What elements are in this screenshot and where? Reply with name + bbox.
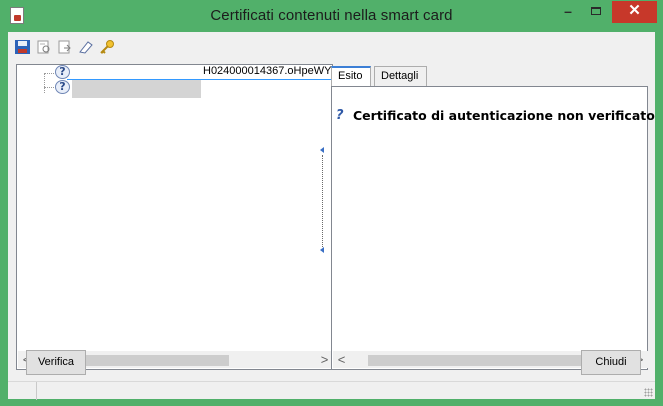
close-window-button[interactable]: ✕ xyxy=(612,1,657,23)
question-icon: ? xyxy=(55,80,70,94)
tab-dettagli[interactable]: Dettagli xyxy=(374,66,427,86)
title-bar[interactable]: Certificati contenuti nella smart card –… xyxy=(0,0,663,32)
verification-result-text: Certificato di autenticazione non verifi… xyxy=(353,108,655,123)
close-button[interactable]: Chiudi xyxy=(581,350,641,375)
redacted-area xyxy=(72,65,203,79)
question-icon: ? xyxy=(55,65,70,79)
scroll-left-arrow[interactable]: < xyxy=(333,352,350,369)
dialog-client-area: ? H024000014367.oHpeWY ? < > Esito Detta… xyxy=(8,32,655,400)
toolbar xyxy=(8,32,655,62)
maximize-icon xyxy=(591,7,601,15)
question-icon: ? xyxy=(336,108,344,123)
window: Certificati contenuti nella smart card –… xyxy=(0,0,663,406)
save-icon[interactable] xyxy=(14,39,32,55)
collapse-arrow[interactable] xyxy=(320,147,324,153)
tree-item[interactable]: ? xyxy=(17,80,333,98)
minimize-button[interactable]: – xyxy=(555,1,581,23)
certificate-export-icon[interactable] xyxy=(56,39,74,55)
verify-button[interactable]: Verifica xyxy=(26,350,86,375)
redacted-area xyxy=(72,80,201,98)
status-divider xyxy=(36,382,37,400)
certificate-tree[interactable]: ? H024000014367.oHpeWY ? < > xyxy=(16,64,333,370)
status-bar xyxy=(8,381,655,400)
resize-grip-icon[interactable] xyxy=(644,388,653,397)
collapse-arrow[interactable] xyxy=(320,247,324,253)
tree-item-label: H024000014367.oHpeWY xyxy=(203,65,332,77)
pane-splitter[interactable] xyxy=(320,147,325,255)
maximize-button[interactable] xyxy=(583,1,609,23)
splitter-grip xyxy=(322,155,323,247)
eraser-icon[interactable] xyxy=(77,39,95,55)
key-icon[interactable] xyxy=(98,39,116,55)
certificate-view-icon[interactable] xyxy=(35,39,53,55)
result-pane: ? Certificato di autenticazione non veri… xyxy=(331,86,655,370)
tab-esito[interactable]: Esito xyxy=(331,66,371,87)
tree-item[interactable]: ? H024000014367.oHpeWY xyxy=(17,65,333,80)
